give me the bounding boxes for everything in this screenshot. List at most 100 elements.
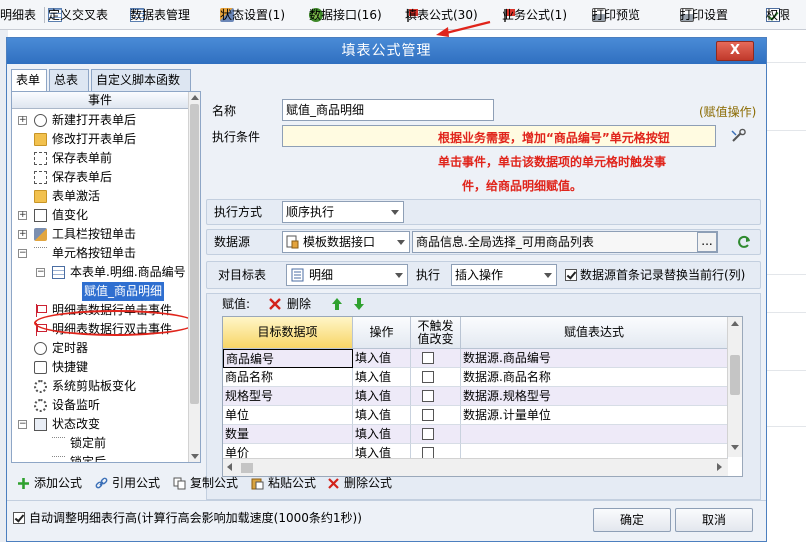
toolbar-status-button[interactable]: 状态设置(1)	[220, 5, 285, 25]
scroll-down-icon[interactable]	[191, 454, 199, 459]
tab-summary[interactable]: 总表	[49, 69, 89, 91]
copy-formula-button[interactable]: 复制公式	[173, 474, 238, 492]
tree-item[interactable]: 保存表单前	[12, 149, 188, 168]
no-trigger-checkbox[interactable]	[422, 428, 434, 440]
toolbar-print-setup-button[interactable]: 打印设置	[680, 5, 728, 25]
cancel-button[interactable]: 取消	[675, 508, 753, 532]
column-header-expression[interactable]: 赋值表达式	[461, 317, 728, 349]
no-trigger-checkbox[interactable]	[422, 409, 434, 421]
table-row[interactable]: 数量 填入值	[223, 425, 742, 444]
target-table-select[interactable]: 明细	[286, 264, 408, 286]
close-button[interactable]: X	[716, 41, 754, 61]
chevron-down-icon[interactable]	[391, 265, 407, 285]
table-row[interactable]: 规格型号 填入值 数据源.规格型号	[223, 387, 742, 406]
auto-height-checkbox[interactable]	[13, 512, 25, 524]
operation-cell[interactable]: 填入值	[353, 349, 411, 368]
no-trigger-cell[interactable]	[411, 387, 461, 406]
tree-item[interactable]: + 工具栏按钮单击	[12, 225, 188, 244]
toolbar-cross-table-button[interactable]: 定义交叉表	[48, 5, 108, 25]
scroll-thumb[interactable]	[730, 355, 740, 395]
expand-toggle-icon[interactable]: −	[18, 249, 27, 258]
chevron-down-icon[interactable]	[393, 232, 409, 252]
operation-cell[interactable]: 填入值	[353, 425, 411, 444]
toolbar-interface-button[interactable]: 数据接口(16)	[309, 5, 382, 25]
toolbar-print-preview-button[interactable]: 打印预览	[592, 5, 640, 25]
tree-item[interactable]: 锁定前	[12, 434, 188, 453]
exec-operation-select[interactable]: 插入操作	[451, 264, 557, 286]
no-trigger-checkbox[interactable]	[422, 390, 434, 402]
datasource-field[interactable]: 商品信息.全局选择_可用商品列表	[412, 231, 718, 253]
no-trigger-checkbox[interactable]	[422, 371, 434, 383]
tree-item[interactable]: + 新建打开表单后	[12, 111, 188, 130]
scroll-left-icon[interactable]	[227, 463, 232, 471]
tree-item[interactable]: 快捷键	[12, 358, 188, 377]
chevron-down-icon[interactable]	[387, 202, 403, 222]
grid-vertical-scrollbar[interactable]	[727, 317, 742, 457]
scroll-down-icon[interactable]	[731, 445, 739, 450]
target-cell[interactable]: 规格型号	[223, 387, 353, 406]
expression-cell[interactable]: 数据源.商品名称	[461, 368, 728, 387]
datasource-type-select[interactable]: 模板数据接口	[282, 231, 410, 253]
expand-toggle-icon[interactable]: −	[18, 420, 27, 429]
toolbar-fill-formula-button[interactable]: 填表公式(30)	[405, 5, 478, 25]
replace-first-row-checkbox[interactable]	[565, 269, 577, 281]
no-trigger-cell[interactable]	[411, 425, 461, 444]
tree-item[interactable]: 赋值_商品明细	[12, 282, 188, 301]
tree-item[interactable]: − 本表单.明细.商品编号	[12, 263, 188, 282]
operation-cell[interactable]: 填入值	[353, 387, 411, 406]
operation-cell[interactable]: 填入值	[353, 406, 411, 425]
no-trigger-cell[interactable]	[411, 349, 461, 368]
column-header-target[interactable]: 目标数据项	[223, 317, 353, 349]
toolbar-business-formula-button[interactable]: 业务公式(1)	[502, 5, 567, 25]
toolbar-permission-button[interactable]: 权限	[766, 5, 790, 25]
add-formula-button[interactable]: 添加公式	[17, 474, 82, 492]
tab-form[interactable]: 表单	[11, 69, 47, 92]
browse-button[interactable]: ...	[697, 232, 717, 252]
no-trigger-cell[interactable]	[411, 368, 461, 387]
tree-scrollbar[interactable]	[188, 92, 200, 462]
arrow-down-icon[interactable]	[353, 297, 365, 311]
expand-toggle-icon[interactable]: −	[36, 268, 45, 277]
scroll-thumb[interactable]	[190, 104, 199, 404]
target-cell[interactable]: 数量	[223, 425, 353, 444]
exec-mode-select[interactable]: 顺序执行	[282, 201, 404, 223]
reference-formula-button[interactable]: 引用公式	[95, 474, 160, 492]
target-cell[interactable]: 单位	[223, 406, 353, 425]
expand-toggle-icon[interactable]: +	[18, 230, 27, 239]
table-row[interactable]: 单位 填入值 数据源.计量单位	[223, 406, 742, 425]
table-row[interactable]: 商品名称 填入值 数据源.商品名称	[223, 368, 742, 387]
expression-cell[interactable]: 数据源.商品编号	[461, 349, 728, 368]
tree-item[interactable]: 设备监听	[12, 396, 188, 415]
expand-toggle-icon[interactable]: +	[18, 116, 27, 125]
grid-delete-button[interactable]: 删除	[287, 294, 311, 314]
target-cell[interactable]: 商品名称	[223, 368, 353, 387]
tree-item[interactable]: + 值变化	[12, 206, 188, 225]
paste-formula-button[interactable]: 粘贴公式	[251, 474, 316, 492]
refresh-icon[interactable]	[736, 234, 752, 250]
expression-cell[interactable]	[461, 425, 728, 444]
delete-formula-button[interactable]: 删除公式	[327, 474, 392, 492]
target-cell[interactable]: 商品编号	[223, 349, 353, 368]
expand-toggle-icon[interactable]: +	[18, 211, 27, 220]
tab-custom-script[interactable]: 自定义脚本函数	[91, 69, 191, 91]
expression-cell[interactable]: 数据源.计量单位	[461, 406, 728, 425]
scroll-right-icon[interactable]	[717, 463, 722, 471]
column-header-no-trigger[interactable]: 不触发值改变	[411, 317, 461, 349]
no-trigger-cell[interactable]	[411, 406, 461, 425]
name-field[interactable]: 赋值_商品明细	[282, 99, 494, 121]
tree-item[interactable]: 修改打开表单后	[12, 130, 188, 149]
tree-item[interactable]: 锁定后	[12, 453, 188, 462]
tree-item[interactable]: 定时器	[12, 339, 188, 358]
scroll-up-icon[interactable]	[731, 321, 739, 326]
arrow-up-icon[interactable]	[331, 297, 343, 311]
tree-item[interactable]: − 单元格按钮单击	[12, 244, 188, 263]
tree-item[interactable]: − 状态改变	[12, 415, 188, 434]
column-header-operation[interactable]: 操作	[353, 317, 411, 349]
chevron-down-icon[interactable]	[540, 265, 556, 285]
toolbar-data-table-button[interactable]: 数据表管理	[130, 5, 190, 25]
tree-item[interactable]: 系统剪贴板变化	[12, 377, 188, 396]
expression-cell[interactable]: 数据源.规格型号	[461, 387, 728, 406]
operation-cell[interactable]: 填入值	[353, 368, 411, 387]
tree-item[interactable]: 表单激活	[12, 187, 188, 206]
no-trigger-checkbox[interactable]	[422, 352, 434, 364]
